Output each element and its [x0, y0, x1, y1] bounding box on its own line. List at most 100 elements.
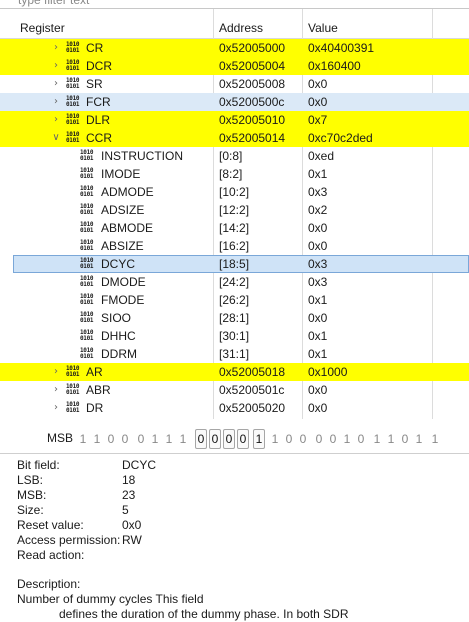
register-value[interactable]: 0x0 [308, 399, 327, 417]
bit-cell[interactable]: 0 [223, 429, 235, 449]
register-row[interactable]: › 1010 0101 DCR 0x52005004 0x160400 [0, 57, 469, 75]
binary-register-icon: 1010 0101 [66, 131, 80, 144]
description-line: defines the duration of the dummy phase.… [59, 607, 349, 621]
column-header-value[interactable]: Value [302, 17, 338, 39]
register-row[interactable]: › 1010 0101 SR 0x52005008 0x0 [0, 75, 469, 93]
bitfield-row[interactable]: 1010 0101 FMODE [26:2] 0x1 [0, 291, 469, 309]
chevron-right-icon[interactable]: › [50, 111, 62, 129]
register-value[interactable]: 0x0 [308, 75, 327, 93]
chevron-right-icon[interactable]: › [50, 363, 62, 381]
bit-cell[interactable]: 0 [327, 429, 339, 449]
chevron-right-icon[interactable]: › [50, 93, 62, 111]
chevron-right-icon[interactable]: › [50, 57, 62, 75]
register-value[interactable]: 0x1 [308, 291, 327, 309]
register-value[interactable]: 0x7 [308, 111, 327, 129]
bit-cell[interactable]: 1 [253, 429, 265, 449]
register-value[interactable]: 0x0 [308, 93, 327, 111]
register-name: SIOO [101, 311, 132, 325]
register-row[interactable]: › 1010 0101 FCR 0x5200500c 0x0 [0, 93, 469, 111]
binary-register-icon: 1010 0101 [80, 293, 94, 306]
bit-cell[interactable]: 1 [385, 429, 397, 449]
chevron-right-icon[interactable]: › [50, 75, 62, 93]
register-value[interactable]: 0x1 [308, 327, 327, 345]
register-value[interactable]: 0xed [308, 147, 334, 165]
register-row[interactable]: › 1010 0101 CR 0x52005000 0x40400391 [0, 39, 469, 57]
bitfield-row[interactable]: 1010 0101 ABMODE [14:2] 0x0 [0, 219, 469, 237]
bit-cell[interactable]: 0 [135, 429, 147, 449]
bit-cell[interactable]: 0 [399, 429, 411, 449]
register-value[interactable]: 0x3 [308, 273, 327, 291]
register-row[interactable]: › 1010 0101 AR 0x52005018 0x1000 [0, 363, 469, 381]
binary-register-icon: 1010 0101 [80, 239, 94, 252]
bit-cell[interactable]: 1 [371, 429, 383, 449]
register-value[interactable]: 0x3 [308, 255, 327, 273]
binary-register-icon: 1010 0101 [80, 347, 94, 360]
bit-cell[interactable]: 0 [105, 429, 117, 449]
column-header-register[interactable]: Register [14, 17, 65, 39]
bitfield-row[interactable]: 1010 0101 IMODE [8:2] 0x1 [0, 165, 469, 183]
binary-register-icon: 1010 0101 [80, 257, 94, 270]
bit-cell[interactable]: 0 [209, 429, 221, 449]
chevron-down-icon[interactable]: ∨ [50, 129, 62, 147]
bitfield-row[interactable]: 1010 0101 SIOO [28:1] 0x0 [0, 309, 469, 327]
bitfield-row[interactable]: 1010 0101 DHHC [30:1] 0x1 [0, 327, 469, 345]
register-name: DR [86, 401, 104, 415]
detail-row: Access permission: RW [17, 533, 469, 548]
register-value[interactable]: 0x0 [308, 219, 327, 237]
bit-cell[interactable]: 0 [237, 429, 249, 449]
bit-view: MSB 1100011100001100001011011 [0, 429, 469, 449]
bit-cell[interactable]: 0 [283, 429, 295, 449]
bitfield-row[interactable]: 1010 0101 ADSIZE [12:2] 0x2 [0, 201, 469, 219]
register-value[interactable]: 0x0 [308, 237, 327, 255]
register-value[interactable]: 0x1 [308, 345, 327, 363]
bit-cell[interactable]: 1 [177, 429, 189, 449]
bit-cell[interactable]: 0 [297, 429, 309, 449]
chevron-right-icon[interactable]: › [50, 39, 62, 57]
bit-cell[interactable]: 0 [195, 429, 207, 449]
detail-label: Bit field: [17, 458, 60, 472]
register-row[interactable]: › 1010 0101 ABR 0x5200501c 0x0 [0, 381, 469, 399]
bit-cell[interactable]: 1 [149, 429, 161, 449]
bitfield-row[interactable]: 1010 0101 ABSIZE [16:2] 0x0 [0, 237, 469, 255]
bit-range: [28:1] [219, 311, 250, 325]
bit-cell[interactable]: 1 [77, 429, 89, 449]
bit-range: [8:2] [219, 167, 243, 181]
detail-label: LSB: [17, 473, 44, 487]
column-header-address[interactable]: Address [213, 17, 263, 39]
register-value[interactable]: 0x2 [308, 201, 327, 219]
register-value[interactable]: 0x160400 [308, 57, 361, 75]
bit-cell[interactable]: 1 [341, 429, 353, 449]
register-name: ABSIZE [101, 239, 144, 253]
register-value[interactable]: 0x1 [308, 165, 327, 183]
detail-label: Access permission: [17, 533, 121, 547]
bit-cell[interactable]: 0 [313, 429, 325, 449]
table-header: Register Address Value [0, 17, 469, 39]
binary-register-icon: 1010 0101 [66, 77, 80, 90]
chevron-right-icon[interactable]: › [50, 399, 62, 417]
filter-input[interactable] [0, 0, 469, 9]
bit-cell[interactable]: 1 [413, 429, 425, 449]
register-row[interactable]: › 1010 0101 DR 0x52005020 0x0 [0, 399, 469, 417]
chevron-right-icon[interactable]: › [50, 381, 62, 399]
register-value[interactable]: 0x0 [308, 309, 327, 327]
bit-cell[interactable]: 0 [119, 429, 131, 449]
bitfield-row[interactable]: 1010 0101 ADMODE [10:2] 0x3 [0, 183, 469, 201]
bitfield-row[interactable]: 1010 0101 DMODE [24:2] 0x3 [0, 273, 469, 291]
bit-cell[interactable]: 1 [269, 429, 281, 449]
bit-cell[interactable]: 1 [163, 429, 175, 449]
divider [0, 453, 469, 454]
register-value[interactable]: 0x40400391 [308, 39, 374, 57]
register-row[interactable]: ∨ 1010 0101 CCR 0x52005014 0xc70c2ded [0, 129, 469, 147]
register-value[interactable]: 0x0 [308, 381, 327, 399]
bitfield-row[interactable]: 1010 0101 DCYC [18:5] 0x3 [0, 255, 469, 273]
bit-cell[interactable]: 1 [91, 429, 103, 449]
detail-value: 5 [122, 503, 129, 517]
bitfield-row[interactable]: 1010 0101 INSTRUCTION [0:8] 0xed [0, 147, 469, 165]
register-value[interactable]: 0xc70c2ded [308, 129, 373, 147]
bitfield-row[interactable]: 1010 0101 DDRM [31:1] 0x1 [0, 345, 469, 363]
register-value[interactable]: 0x3 [308, 183, 327, 201]
register-value[interactable]: 0x1000 [308, 363, 347, 381]
bit-cell[interactable]: 1 [429, 429, 441, 449]
register-row[interactable]: › 1010 0101 DLR 0x52005010 0x7 [0, 111, 469, 129]
bit-cell[interactable]: 0 [355, 429, 367, 449]
